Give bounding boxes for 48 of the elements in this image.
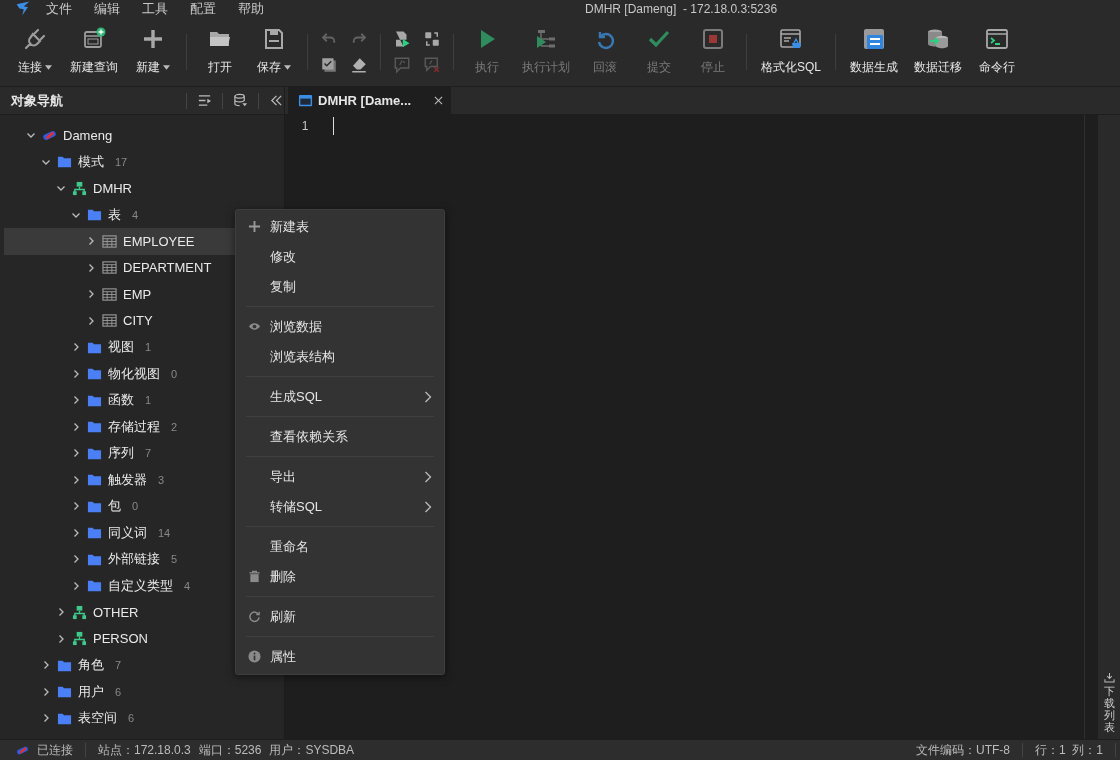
tree-label: 包 — [108, 497, 121, 516]
item-count: 3 — [158, 473, 165, 486]
item-count: 4 — [184, 579, 191, 592]
panel-title: 对象导航 — [11, 91, 64, 110]
status-text: 站点：172.18.0.3 — [98, 741, 191, 759]
item-count: 14 — [158, 526, 171, 539]
tree-label: 序列 — [108, 444, 134, 463]
tree-label: PERSON — [93, 631, 148, 647]
tree-label: 函数 — [108, 391, 134, 410]
tree-label: 外部链接 — [108, 550, 160, 569]
tree-label: 模式 — [78, 152, 104, 171]
tree-label: 自定义类型 — [108, 576, 173, 595]
item-count: 4 — [132, 208, 139, 221]
status-text: 行：1 列：1 — [1035, 741, 1103, 759]
tree-label: 存储过程 — [108, 417, 160, 436]
item-count: 6 — [115, 685, 122, 698]
tree-label: EMPLOYEE — [123, 233, 195, 249]
item-count: 0 — [132, 500, 139, 513]
line-number: 1 — [301, 118, 309, 135]
item-count: 7 — [115, 659, 122, 672]
tree-label: 用户 — [78, 682, 104, 701]
tree-label: EMP — [123, 286, 152, 302]
tree-label: 物化视图 — [108, 364, 160, 383]
connection-status: 已连接 — [37, 741, 73, 759]
tree-label: 触发器 — [108, 470, 147, 489]
status-text: 用户：SYSDBA — [269, 741, 355, 759]
tree-label: 角色 — [78, 656, 104, 675]
window-title: DMHR [Dameng] - 172.18.0.3:5236 — [585, 1, 778, 16]
item-count: 7 — [145, 447, 152, 460]
item-count: 0 — [171, 367, 178, 380]
tree-label: OTHER — [93, 604, 139, 620]
item-count: 1 — [145, 394, 152, 407]
item-count: 2 — [171, 420, 178, 433]
tree-label: DMHR — [93, 180, 132, 196]
item-count: 17 — [115, 155, 128, 168]
tab-label: DMHR [Dame... — [318, 93, 413, 108]
status-text: 文件编码：UTF-8 — [916, 741, 1010, 759]
tree-label: Dameng — [63, 127, 113, 143]
tree-label: 表 — [108, 205, 121, 224]
tree-label: 视图 — [108, 338, 134, 357]
item-count: 1 — [145, 341, 152, 354]
tree-label: CITY — [123, 313, 153, 329]
item-count: 5 — [171, 553, 178, 566]
status-text: 端口：5236 — [198, 741, 262, 759]
tree-label: 表空间 — [78, 709, 117, 728]
tree-label: DEPARTMENT — [123, 260, 212, 276]
item-count: 6 — [128, 712, 135, 725]
tree-label: 同义词 — [108, 523, 147, 542]
